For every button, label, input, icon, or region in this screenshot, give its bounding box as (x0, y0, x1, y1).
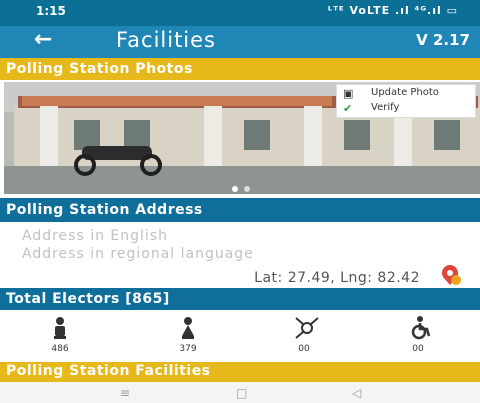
female-electors: 379 (128, 310, 248, 362)
photo-motorbike-wheel (140, 154, 162, 176)
wheelchair-icon (411, 316, 431, 340)
update-photo-label: Update Photo (371, 87, 439, 98)
address-english-field[interactable]: Address in English (22, 228, 168, 244)
map-pin-icon[interactable] (440, 264, 462, 286)
photo-pillar (204, 106, 222, 166)
address-regional-field[interactable]: Address in regional language (22, 246, 254, 262)
carousel-dot[interactable] (244, 186, 250, 192)
photo-pillar (304, 106, 322, 166)
carousel-dot[interactable] (232, 186, 238, 192)
address-section-header: Polling Station Address (0, 198, 480, 222)
latlng-readout: Lat: 27.49, Lng: 82.42 (254, 270, 420, 286)
camera-icon: ▣ (343, 87, 354, 100)
photo-pillar (40, 106, 58, 166)
page-title: Facilities (116, 28, 216, 52)
home-nav-icon[interactable]: □ (236, 386, 247, 400)
female-count: 379 (179, 344, 197, 354)
photo-action-menu: ▣ Update Photo ✔ Verify (336, 84, 476, 118)
electors-breakdown: 486 379 00 00 (0, 310, 480, 362)
menu-nav-icon[interactable]: ≡ (120, 386, 130, 400)
checkmark-icon: ✔ (343, 102, 353, 115)
third-gender-count: 00 (298, 344, 310, 354)
electors-section-title: Total Electors [865] (6, 291, 170, 307)
photo-motorbike-wheel (74, 154, 96, 176)
male-count: 486 (51, 344, 69, 354)
status-time: 1:15 (36, 4, 66, 18)
facilities-section-header[interactable]: Polling Station Facilities (0, 362, 480, 382)
version-label: V 2.17 (416, 31, 470, 49)
verify-menu-item[interactable]: ✔ Verify (337, 101, 475, 116)
photos-section-title: Polling Station Photos (6, 61, 193, 77)
photos-section-header: Polling Station Photos (0, 58, 480, 80)
third-gender-icon (295, 317, 319, 339)
status-bar: 1:15 ᴸᵀᴱ VoLTE .ıl ⁴ᴳ.ıl ▭ (0, 0, 480, 26)
male-icon (54, 317, 66, 339)
system-nav-bar: ≡ □ ◁ (0, 382, 480, 403)
status-icons: ᴸᵀᴱ VoLTE .ıl ⁴ᴳ.ıl ▭ (327, 4, 458, 17)
back-nav-icon[interactable]: ◁ (352, 386, 361, 400)
pwd-count: 00 (412, 344, 424, 354)
photo-window (344, 120, 370, 150)
third-gender-electors: 00 (244, 310, 364, 362)
address-panel: Address in English Address in regional l… (0, 222, 480, 286)
male-electors: 486 (0, 310, 120, 362)
verify-label: Verify (371, 102, 400, 113)
facilities-section-title: Polling Station Facilities (6, 363, 211, 379)
update-photo-menu-item[interactable]: ▣ Update Photo (337, 86, 475, 101)
address-section-title: Polling Station Address (6, 202, 203, 218)
app-bar: ← Facilities V 2.17 (0, 26, 480, 58)
female-icon (182, 317, 194, 339)
photo-window (434, 120, 460, 150)
pwd-electors: 00 (358, 310, 478, 362)
electors-section-header: Total Electors [865] (0, 288, 480, 310)
photo-window (244, 120, 270, 150)
back-arrow-icon[interactable]: ← (34, 27, 52, 52)
photo-banner (22, 96, 332, 106)
